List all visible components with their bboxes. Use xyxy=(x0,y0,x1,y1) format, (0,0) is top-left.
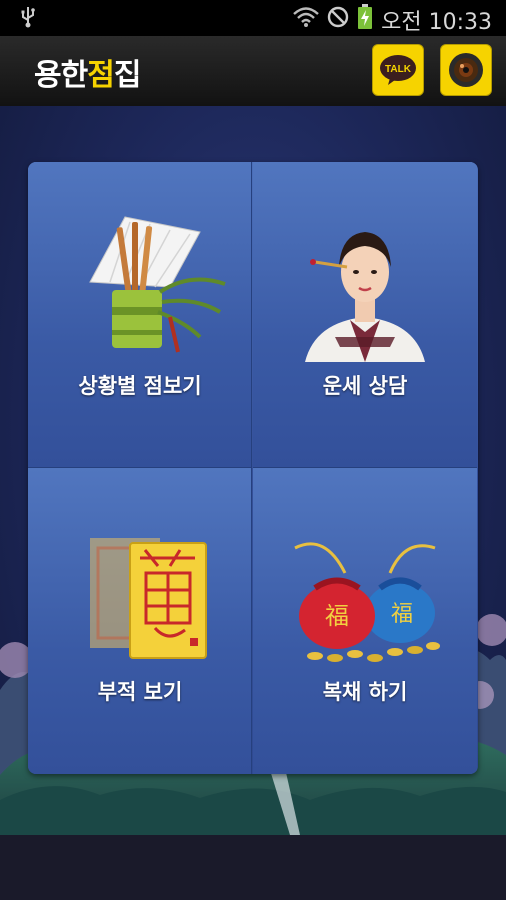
kakaotalk-button[interactable]: TALK xyxy=(372,44,424,96)
menu-tile-talisman[interactable]: 부적 보기 xyxy=(28,468,252,774)
svg-text:福: 福 xyxy=(391,602,413,627)
status-bar: 오전 10:33 xyxy=(0,0,506,36)
menu-label-offering: 복채 하기 xyxy=(322,680,408,704)
menu-grid: 상황별 점보기 운세 상담 부적 보기 福 福 복채 하기 xyxy=(28,162,478,774)
battery-charging-icon xyxy=(357,4,373,36)
app-bar: 용한점집 TALK xyxy=(0,36,506,107)
no-disturb-icon xyxy=(327,6,349,34)
talk-bubble-icon: TALK xyxy=(380,55,416,85)
status-icons: 오전 10:33 xyxy=(293,4,492,36)
app-logo: 용한점집 xyxy=(34,50,142,94)
menu-tile-fortune-consult[interactable]: 운세 상담 xyxy=(253,162,477,468)
menu-tile-offering[interactable]: 福 福 복채 하기 xyxy=(253,468,477,774)
logo-text-a: 용한 xyxy=(34,58,88,93)
hanbok-woman-icon xyxy=(305,232,425,362)
logo-text-c: 집 xyxy=(113,58,142,93)
lucky-pouch-icon: 福 福 xyxy=(294,542,440,662)
talk-label: TALK xyxy=(385,64,412,75)
menu-label-fortune-consult: 운세 상담 xyxy=(322,374,408,398)
logo-text-b: 점 xyxy=(87,58,115,93)
status-time: 오전 10:33 xyxy=(381,10,492,35)
usb-icon xyxy=(20,6,36,32)
talisman-icon xyxy=(90,538,207,659)
camera-lens-icon xyxy=(449,53,483,87)
camera-button[interactable] xyxy=(440,44,492,96)
menu-label-talisman: 부적 보기 xyxy=(97,680,183,704)
svg-text:福: 福 xyxy=(325,602,349,630)
menu-tile-situation-fortune[interactable]: 상황별 점보기 xyxy=(28,162,252,468)
bamboo-fan-icon xyxy=(89,216,226,353)
bottom-strip xyxy=(0,835,506,900)
menu-label-situation-fortune: 상황별 점보기 xyxy=(78,374,202,398)
wifi-icon xyxy=(293,6,319,34)
